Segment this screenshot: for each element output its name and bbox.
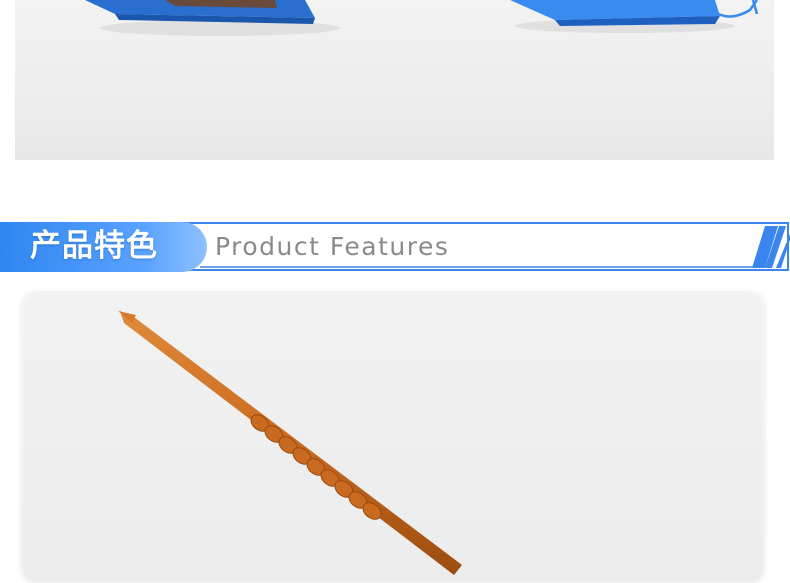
banner-title-cn: 产品特色 [30, 228, 158, 264]
orange-rod-illustration [118, 311, 462, 575]
product-image-card [22, 293, 764, 583]
blue-trays-illustration [85, 0, 759, 36]
top-product-photo [15, 0, 774, 160]
banner-title-en: Product Features [215, 232, 450, 261]
